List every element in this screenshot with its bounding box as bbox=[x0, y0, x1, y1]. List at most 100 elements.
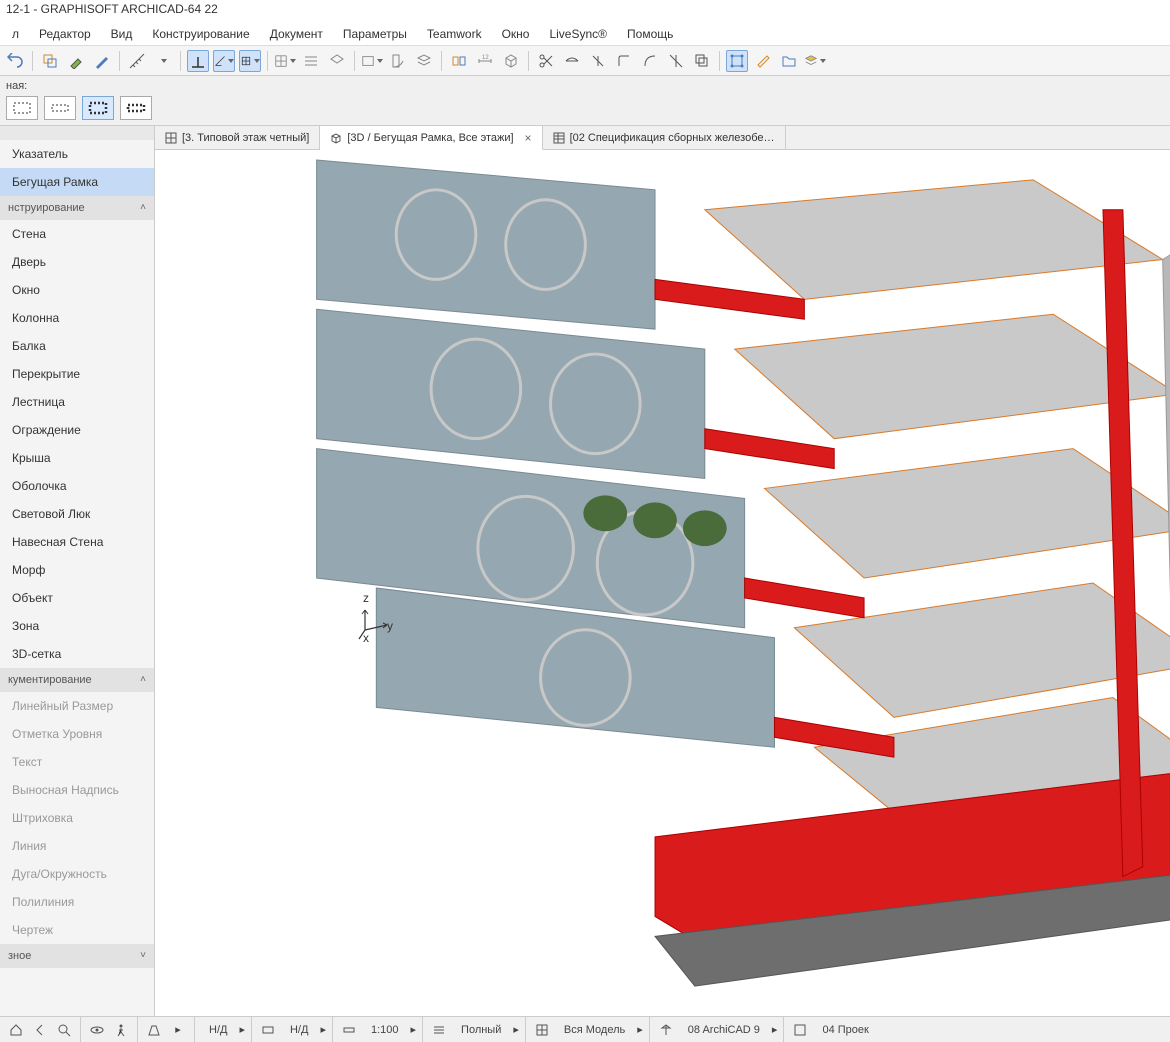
section-construction[interactable]: нструирование˄ bbox=[0, 196, 154, 220]
tb-snap-angle-dropdown[interactable] bbox=[213, 50, 235, 72]
tb-folder-icon[interactable] bbox=[778, 50, 800, 72]
tool-lineardim[interactable]: Линейный Размер bbox=[0, 692, 154, 720]
axis-x: x bbox=[363, 631, 369, 645]
orbit-icon[interactable] bbox=[87, 1020, 107, 1040]
sb-nd2-group[interactable]: Н/Д ▸ bbox=[252, 1017, 333, 1042]
menu-parameters[interactable]: Параметры bbox=[335, 25, 415, 43]
tb-fillet-icon[interactable] bbox=[639, 50, 661, 72]
marquee-rect-icon[interactable] bbox=[6, 96, 38, 120]
zoom-icon[interactable] bbox=[54, 1020, 74, 1040]
menu-file-trunc[interactable]: л bbox=[4, 25, 27, 43]
tb-sep bbox=[180, 51, 181, 71]
tool-window[interactable]: Окно bbox=[0, 276, 154, 304]
tool-drawing[interactable]: Чертеж bbox=[0, 916, 154, 944]
tool-zone[interactable]: Зона bbox=[0, 612, 154, 640]
caret-down-icon: ˅ bbox=[140, 950, 146, 961]
tb-snap-perp-icon[interactable] bbox=[187, 50, 209, 72]
tb-measure-dropdown[interactable] bbox=[152, 50, 174, 72]
tool-fill[interactable]: Штриховка bbox=[0, 804, 154, 832]
tool-wall[interactable]: Стена bbox=[0, 220, 154, 248]
menu-view[interactable]: Вид bbox=[103, 25, 141, 43]
tb-undo-icon[interactable] bbox=[4, 50, 26, 72]
tb-adjust-icon[interactable] bbox=[561, 50, 583, 72]
tool-label[interactable]: Выносная Надпись bbox=[0, 776, 154, 804]
tb-layers-dropdown[interactable] bbox=[804, 50, 826, 72]
tool-object[interactable]: Объект bbox=[0, 584, 154, 612]
section-documentation[interactable]: кументирование˄ bbox=[0, 668, 154, 692]
sb-proj-group[interactable]: 04 Проек bbox=[784, 1017, 882, 1042]
menu-teamwork[interactable]: Teamwork bbox=[419, 25, 490, 43]
tool-level[interactable]: Отметка Уровня bbox=[0, 720, 154, 748]
tb-highlight-icon[interactable] bbox=[65, 50, 87, 72]
tb-cut-icon[interactable] bbox=[448, 50, 470, 72]
tool-column[interactable]: Колонна bbox=[0, 304, 154, 332]
tb-pen-icon[interactable] bbox=[91, 50, 113, 72]
tb-scissors-icon[interactable] bbox=[535, 50, 557, 72]
section-misc[interactable]: зное˅ bbox=[0, 944, 154, 968]
perspective-icon[interactable] bbox=[144, 1020, 164, 1040]
tb-door-icon[interactable] bbox=[387, 50, 409, 72]
tool-mesh[interactable]: 3D-сетка bbox=[0, 640, 154, 668]
sb-layer-group[interactable]: 08 ArchiCAD 9 ▸ bbox=[650, 1017, 785, 1042]
tool-morph[interactable]: Морф bbox=[0, 556, 154, 584]
tb-ruler-icon[interactable] bbox=[126, 50, 148, 72]
marquee-bold-icon[interactable] bbox=[82, 96, 114, 120]
tool-text[interactable]: Текст bbox=[0, 748, 154, 776]
sb-mode: Полный bbox=[453, 1024, 509, 1036]
tool-curtainwall[interactable]: Навесная Стена bbox=[0, 528, 154, 556]
tool-roof[interactable]: Крыша bbox=[0, 444, 154, 472]
tb-offset-icon[interactable] bbox=[691, 50, 713, 72]
tb-dim-icon[interactable]: 12 bbox=[474, 50, 496, 72]
tb-intersect-icon[interactable] bbox=[665, 50, 687, 72]
tool-beam[interactable]: Балка bbox=[0, 332, 154, 360]
tab-floorplan[interactable]: [3. Типовой этаж четный] bbox=[155, 126, 320, 150]
chevron-right-icon[interactable]: ▸ bbox=[168, 1020, 188, 1040]
tb-split-icon[interactable] bbox=[587, 50, 609, 72]
menu-construction[interactable]: Конструирование bbox=[144, 25, 257, 43]
menu-window[interactable]: Окно bbox=[494, 25, 538, 43]
marquee-thin-icon[interactable] bbox=[44, 96, 76, 120]
tab-3d[interactable]: [3D / Бегущая Рамка, Все этажи] × bbox=[320, 126, 542, 150]
tool-label: Бегущая Рамка bbox=[12, 175, 98, 189]
sb-scale-group[interactable]: 1:100 ▸ bbox=[333, 1017, 423, 1042]
tb-sep bbox=[32, 51, 33, 71]
close-icon[interactable]: × bbox=[525, 131, 532, 145]
tb-trace-icon[interactable] bbox=[39, 50, 61, 72]
tb-lines-icon[interactable] bbox=[300, 50, 322, 72]
tool-slab[interactable]: Перекрытие bbox=[0, 360, 154, 388]
tb-plane-icon[interactable] bbox=[326, 50, 348, 72]
tool-shell[interactable]: Оболочка bbox=[0, 472, 154, 500]
sb-scope-group[interactable]: Вся Модель ▸ bbox=[526, 1017, 650, 1042]
menu-editor[interactable]: Редактор bbox=[31, 25, 99, 43]
menu-livesync[interactable]: LiveSync® bbox=[541, 25, 615, 43]
sb-display-group[interactable]: Полный ▸ bbox=[423, 1017, 526, 1042]
tb-corner-icon[interactable] bbox=[613, 50, 635, 72]
tb-sep bbox=[354, 51, 355, 71]
sb-nd1-group[interactable]: Н/Д ▸ bbox=[195, 1017, 252, 1042]
tb-box3d-icon[interactable] bbox=[500, 50, 522, 72]
menu-help[interactable]: Помощь bbox=[619, 25, 681, 43]
tool-door[interactable]: Дверь bbox=[0, 248, 154, 276]
home-icon[interactable] bbox=[6, 1020, 26, 1040]
model-svg bbox=[155, 150, 1170, 1016]
menu-document[interactable]: Документ bbox=[262, 25, 331, 43]
tool-railing[interactable]: Ограждение bbox=[0, 416, 154, 444]
marquee-boldthin-icon[interactable] bbox=[120, 96, 152, 120]
walk-icon[interactable] bbox=[111, 1020, 131, 1040]
tool-arc[interactable]: Дуга/Окружность bbox=[0, 860, 154, 888]
viewport-3d[interactable]: z y x bbox=[155, 150, 1170, 1016]
tb-edit-mode-icon[interactable] bbox=[752, 50, 774, 72]
tool-pointer[interactable]: Указатель bbox=[0, 140, 154, 168]
tab-schedule[interactable]: [02 Спецификация сборных железобе… bbox=[543, 126, 786, 150]
tool-marquee[interactable]: Бегущая Рамка bbox=[0, 168, 154, 196]
tool-line[interactable]: Линия bbox=[0, 832, 154, 860]
tool-stair[interactable]: Лестница bbox=[0, 388, 154, 416]
tb-grid-dropdown[interactable] bbox=[274, 50, 296, 72]
tool-skylight[interactable]: Световой Люк bbox=[0, 500, 154, 528]
tb-snap-grid-dropdown[interactable] bbox=[239, 50, 261, 72]
tool-polyline[interactable]: Полилиния bbox=[0, 888, 154, 916]
tb-select-mode-icon[interactable] bbox=[726, 50, 748, 72]
tb-window-dropdown[interactable] bbox=[361, 50, 383, 72]
back-icon[interactable] bbox=[30, 1020, 50, 1040]
tb-layers-icon[interactable] bbox=[413, 50, 435, 72]
